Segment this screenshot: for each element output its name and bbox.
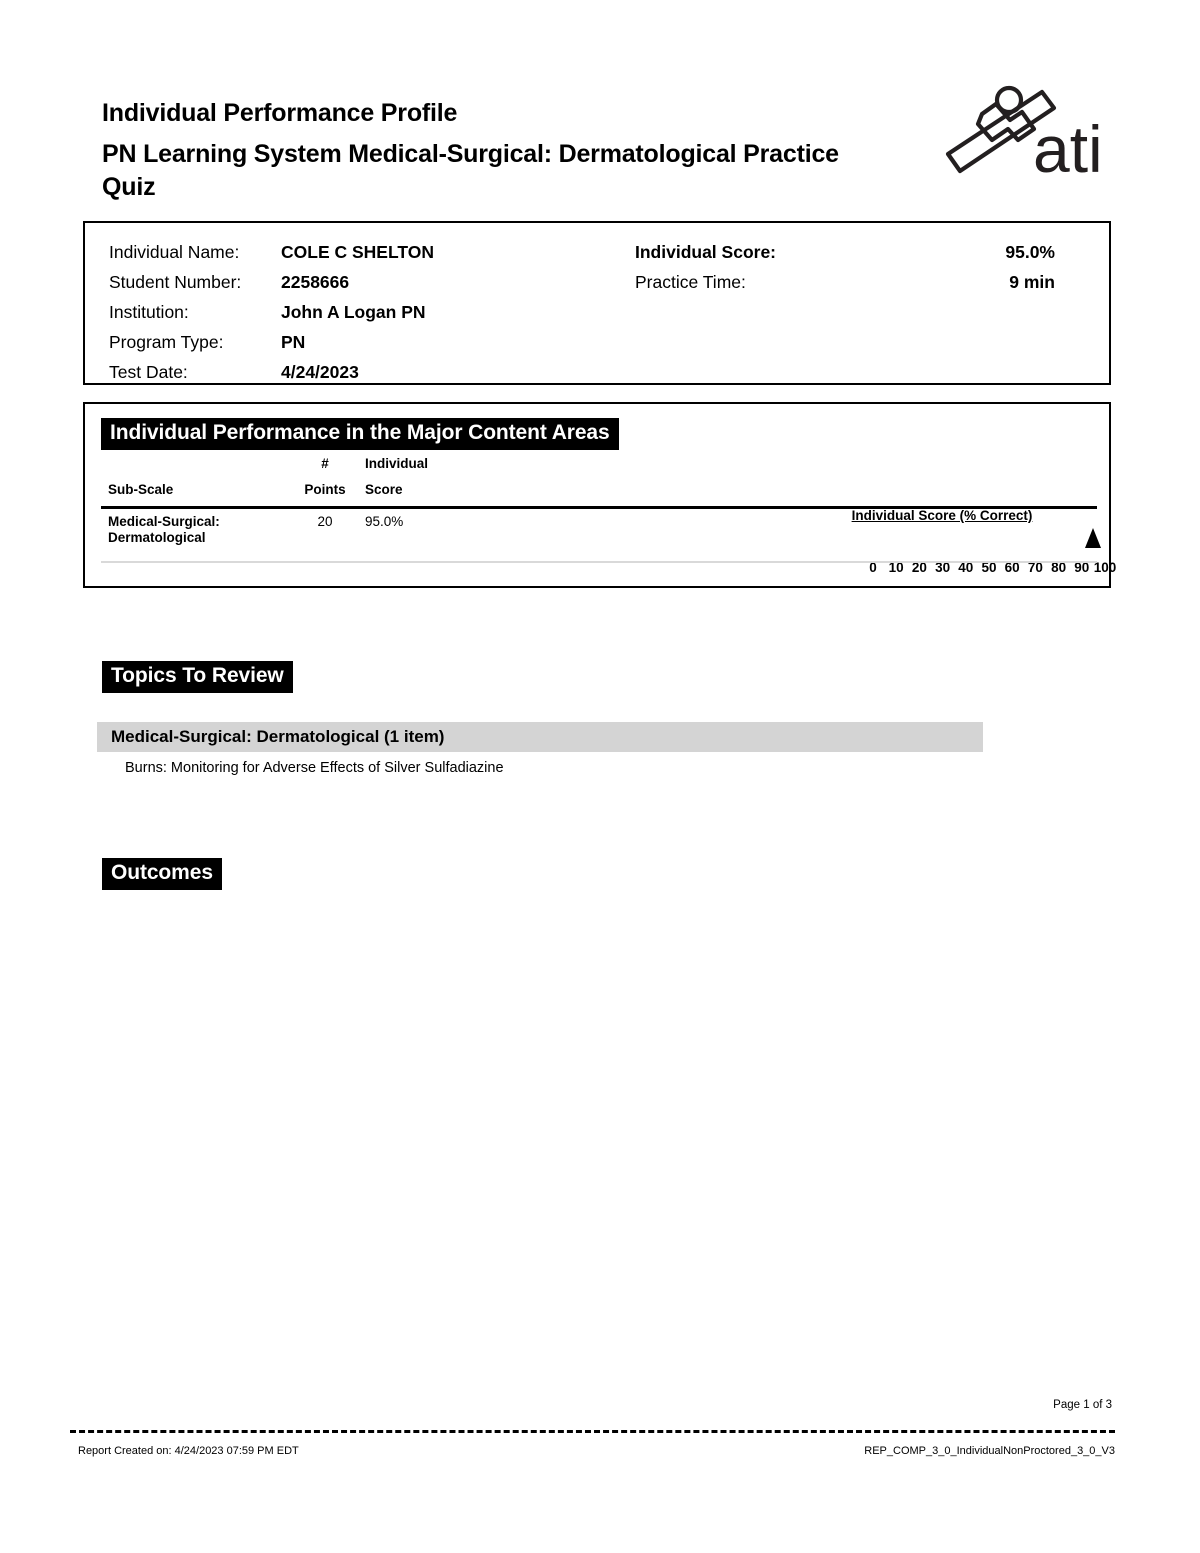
column-header-sub-scale: Sub-Scale — [108, 482, 174, 497]
student-info-left-column: Individual Name: COLE C SHELTON Student … — [109, 242, 434, 392]
info-row-program-type: Program Type: PN — [109, 332, 434, 362]
cell-sub-scale-line2: Dermatological — [108, 530, 206, 545]
footer-report-code: REP_COMP_3_0_IndividualNonProctored_3_0_… — [864, 1445, 1115, 1457]
ati-logo: ati — [930, 72, 1115, 186]
label-student-number: Student Number: — [109, 272, 242, 292]
info-row-test-date: Test Date: 4/24/2023 — [109, 362, 434, 392]
column-header-points-top: # — [321, 456, 329, 471]
value-test-date: 4/24/2023 — [281, 362, 359, 382]
section-header-topics-to-review: Topics To Review — [102, 661, 293, 693]
report-page: Individual Performance Profile PN Learni… — [0, 0, 1200, 1553]
page-subtitle: PN Learning System Medical-Surgical: Der… — [102, 140, 839, 201]
page-title: Individual Performance Profile — [102, 99, 458, 127]
column-header-score-top: Individual — [365, 456, 429, 471]
label-institution: Institution: — [109, 302, 189, 322]
table-row-separator — [101, 561, 1097, 563]
label-program-type: Program Type: — [109, 332, 224, 352]
footer-divider — [70, 1430, 1115, 1433]
score-marker-track — [785, 514, 1110, 560]
section-header-outcomes: Outcomes — [102, 858, 222, 890]
info-row-practice-time: Practice Time: 9 min — [635, 272, 1055, 302]
topic-list-item: Burns: Monitoring for Adverse Effects of… — [125, 760, 504, 776]
footer-created-on: Report Created on: 4/24/2023 07:59 PM ED… — [78, 1445, 299, 1457]
student-info-box: Individual Name: COLE C SHELTON Student … — [83, 221, 1111, 385]
label-individual-name: Individual Name: — [109, 242, 240, 262]
column-header-points-bottom: Points — [304, 482, 346, 497]
table-header-upper-row: # Individual Individual Score (% Correct… — [85, 456, 1109, 523]
ati-wordmark: ati — [1033, 112, 1103, 182]
page-number: Page 1 of 3 — [1053, 1399, 1112, 1411]
cell-sub-scale-line1: Medical-Surgical: — [108, 514, 220, 529]
cell-sub-scale: Medical-Surgical: Dermatological — [108, 514, 293, 546]
value-institution: John A Logan PN — [281, 302, 426, 322]
info-row-individual-name: Individual Name: COLE C SHELTON — [109, 242, 434, 272]
value-individual-score: 95.0% — [1005, 242, 1055, 262]
cell-score: 95.0% — [365, 514, 404, 529]
label-individual-score: Individual Score: — [635, 242, 776, 262]
section-header-major-content-areas: Individual Performance in the Major Cont… — [101, 418, 619, 450]
label-practice-time: Practice Time: — [635, 272, 746, 292]
info-row-student-number: Student Number: 2258666 — [109, 272, 434, 302]
cell-points: 20 — [317, 514, 333, 529]
column-header-score-bottom: Score — [365, 482, 403, 497]
report-header: Individual Performance Profile PN Learni… — [102, 96, 902, 204]
value-student-number: 2258666 — [281, 272, 350, 292]
table-header-rule — [101, 506, 1097, 509]
scale-tick-100: 100 — [1093, 560, 1117, 575]
value-individual-name: COLE C SHELTON — [281, 242, 434, 262]
label-test-date: Test Date: — [109, 362, 188, 382]
value-practice-time: 9 min — [1009, 272, 1055, 292]
topic-group-title: Medical-Surgical: Dermatological (1 item… — [111, 727, 445, 746]
score-marker-triangle — [1085, 528, 1102, 548]
table-row: Medical-Surgical: Dermatological 20 95.0… — [85, 514, 1109, 560]
table-header-lower-row: Sub-Scale Points Score 0 10 20 30 40 50 60 70 80… — [85, 482, 1116, 575]
info-row-institution: Institution: John A Logan PN — [109, 302, 434, 332]
topic-group-header: Medical-Surgical: Dermatological (1 item… — [97, 722, 983, 752]
student-info-right-column: Individual Score: 95.0% Practice Time: 9… — [635, 242, 1055, 302]
info-row-individual-score: Individual Score: 95.0% — [635, 242, 1055, 272]
value-program-type: PN — [281, 332, 306, 352]
major-content-areas-box: Individual Performance in the Major Cont… — [83, 402, 1116, 588]
